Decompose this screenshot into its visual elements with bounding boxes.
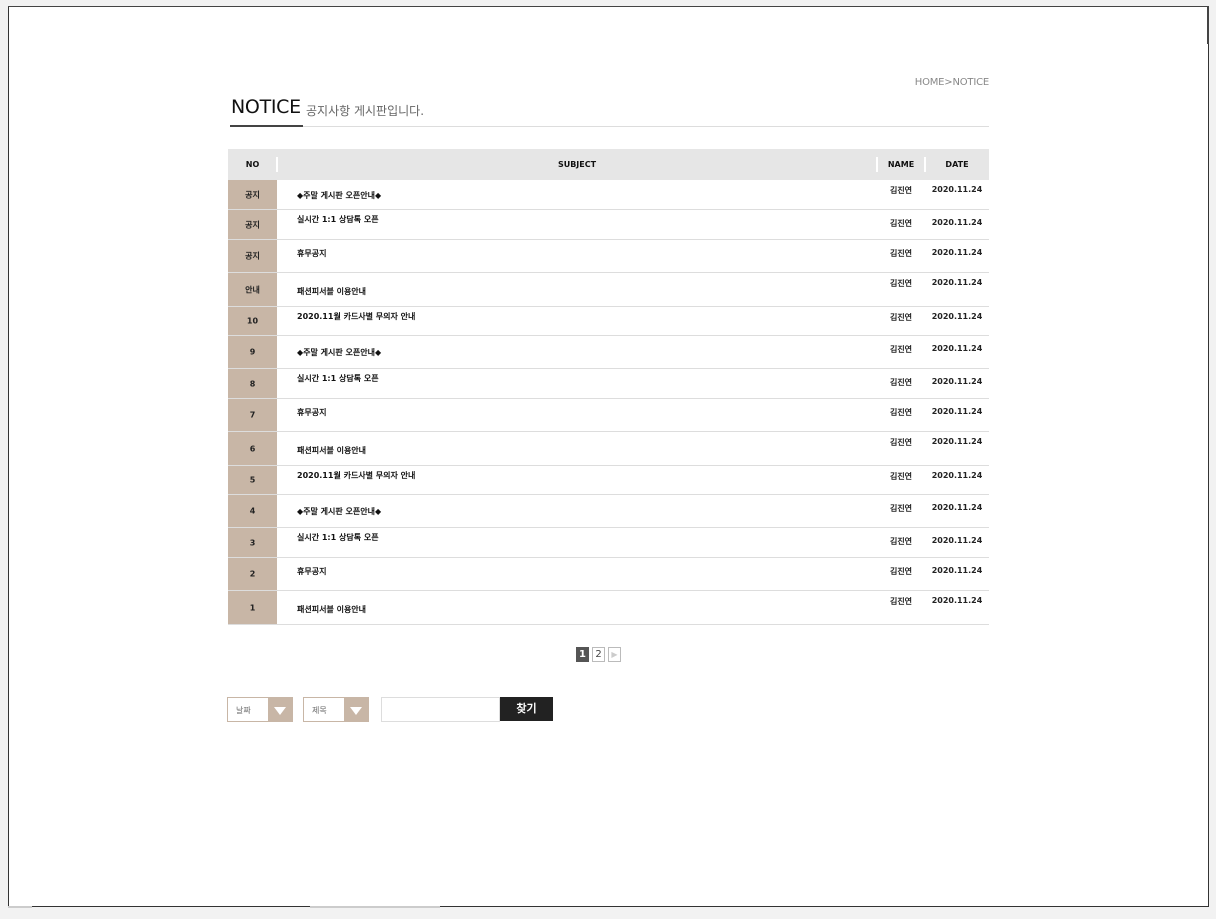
- row-author: 김진연: [889, 345, 913, 354]
- row-date: 2020.11.24: [931, 278, 983, 287]
- next-page-button[interactable]: ▶: [608, 647, 621, 662]
- row-author: 김진연: [889, 567, 913, 576]
- date-filter-label: 날짜: [236, 706, 251, 715]
- field-filter-select[interactable]: 제목: [303, 697, 369, 722]
- scrollbar-thumb[interactable]: [310, 906, 440, 908]
- notice-table: NO SUBJECT NAME DATE 공지 ◆주말 게시판 오픈안내◆ 김진연 2…: [228, 149, 989, 625]
- row-subject-link[interactable]: 패션피서블 이용안내: [297, 286, 366, 297]
- table-row[interactable]: 3 실시간 1:1 상담톡 오픈 김진연 2020.11.24: [228, 528, 989, 558]
- row-author: 김진연: [889, 597, 913, 606]
- row-subject-link[interactable]: 휴무공지: [297, 248, 326, 259]
- table-row[interactable]: 7 휴무공지 김진연 2020.11.24: [228, 399, 989, 432]
- row-date: 2020.11.24: [931, 312, 983, 321]
- title-divider: [230, 126, 989, 127]
- breadcrumb[interactable]: HOME>NOTICE: [900, 77, 989, 88]
- row-number: 4: [228, 495, 277, 527]
- row-subject-link[interactable]: 2020.11월 카드사별 무의자 안내: [297, 311, 415, 322]
- header-no: NO: [245, 160, 260, 169]
- row-subject-link[interactable]: 실시간 1:1 상담톡 오픈: [297, 532, 379, 543]
- row-date: 2020.11.24: [931, 566, 983, 575]
- field-filter-label: 제목: [312, 706, 327, 715]
- row-author: 김진연: [889, 438, 913, 447]
- table-header: NO SUBJECT NAME DATE: [228, 149, 989, 180]
- page-2-link[interactable]: 2: [592, 647, 605, 662]
- table-row[interactable]: 공지 ◆주말 게시판 오픈안내◆ 김진연 2020.11.24: [228, 180, 989, 210]
- row-number: 공지: [228, 240, 277, 272]
- table-row[interactable]: 8 실시간 1:1 상담톡 오픈 김진연 2020.11.24: [228, 369, 989, 399]
- table-row[interactable]: 안내 패션피서블 이용안내 김진연 2020.11.24: [228, 273, 989, 307]
- row-date: 2020.11.24: [931, 437, 983, 446]
- row-date: 2020.11.24: [931, 344, 983, 353]
- chevron-down-icon: [344, 698, 368, 721]
- title-underline: [230, 125, 303, 127]
- row-subject-link[interactable]: 실시간 1:1 상담톡 오픈: [297, 214, 379, 225]
- table-row[interactable]: 9 ◆주말 게시판 오픈안내◆ 김진연 2020.11.24: [228, 336, 989, 369]
- table-row[interactable]: 5 2020.11월 카드사별 무의자 안내 김진연 2020.11.24: [228, 466, 989, 495]
- row-number: 안내: [228, 273, 277, 306]
- row-number: 1: [228, 591, 277, 624]
- row-number: 10: [228, 307, 277, 335]
- row-subject-link[interactable]: 패션피서블 이용안내: [297, 604, 366, 615]
- row-subject-link[interactable]: 휴무공지: [297, 407, 326, 418]
- page-title: NOTICE: [231, 96, 301, 118]
- row-author: 김진연: [889, 219, 913, 228]
- row-date: 2020.11.24: [931, 536, 983, 545]
- row-author: 김진연: [889, 279, 913, 288]
- row-date: 2020.11.24: [931, 596, 983, 605]
- table-row[interactable]: 공지 실시간 1:1 상담톡 오픈 김진연 2020.11.24: [228, 210, 989, 240]
- row-number: 9: [228, 336, 277, 368]
- row-number: 8: [228, 369, 277, 398]
- date-filter-select[interactable]: 날짜: [227, 697, 293, 722]
- row-author: 김진연: [889, 313, 913, 322]
- scrollbar-fragment: [8, 906, 32, 908]
- row-author: 김진연: [889, 378, 913, 387]
- row-subject-link[interactable]: ◆주말 게시판 오픈안내◆: [297, 190, 381, 201]
- table-row[interactable]: 1 패션피서블 이용안내 김진연 2020.11.24: [228, 591, 989, 625]
- table-row[interactable]: 10 2020.11월 카드사별 무의자 안내 김진연 2020.11.24: [228, 307, 989, 336]
- table-row[interactable]: 공지 휴무공지 김진연 2020.11.24: [228, 240, 989, 273]
- chevron-down-icon: [268, 698, 292, 721]
- row-subject-link[interactable]: ◆주말 게시판 오픈안내◆: [297, 347, 381, 358]
- row-subject-link[interactable]: 휴무공지: [297, 566, 326, 577]
- row-date: 2020.11.24: [931, 218, 983, 227]
- page-subtitle: 공지사항 게시판입니다.: [306, 104, 425, 118]
- row-number: 3: [228, 528, 277, 557]
- row-number: 공지: [228, 210, 277, 239]
- row-author: 김진연: [889, 472, 913, 481]
- page-1-link[interactable]: 1: [576, 647, 589, 662]
- row-number: 공지: [228, 180, 277, 209]
- row-author: 김진연: [889, 504, 913, 513]
- row-date: 2020.11.24: [931, 503, 983, 512]
- row-date: 2020.11.24: [931, 377, 983, 386]
- table-row[interactable]: 2 휴무공지 김진연 2020.11.24: [228, 558, 989, 591]
- row-number: 2: [228, 558, 277, 590]
- table-body: 공지 ◆주말 게시판 오픈안내◆ 김진연 2020.11.24 공지 실시간 1:1 상담…: [228, 180, 989, 625]
- table-row[interactable]: 4 ◆주말 게시판 오픈안내◆ 김진연 2020.11.24: [228, 495, 989, 528]
- table-row[interactable]: 6 패션피서블 이용안내 김진연 2020.11.24: [228, 432, 989, 466]
- row-subject-link[interactable]: 실시간 1:1 상담톡 오픈: [297, 373, 379, 384]
- header-name: NAME: [887, 160, 915, 169]
- row-date: 2020.11.24: [931, 248, 983, 257]
- row-date: 2020.11.24: [931, 407, 983, 416]
- row-author: 김진연: [889, 249, 913, 258]
- header-date: DATE: [945, 160, 969, 169]
- row-author: 김진연: [889, 186, 913, 195]
- row-date: 2020.11.24: [931, 185, 983, 194]
- row-author: 김진연: [889, 408, 913, 417]
- row-number: 5: [228, 466, 277, 494]
- row-number: 6: [228, 432, 277, 465]
- row-subject-link[interactable]: 패션피서블 이용안내: [297, 445, 366, 456]
- row-date: 2020.11.24: [931, 471, 983, 480]
- search-input[interactable]: [381, 697, 500, 722]
- row-subject-link[interactable]: 2020.11월 카드사별 무의자 안내: [297, 470, 415, 481]
- pagination: 1 2 ▶: [576, 647, 621, 662]
- row-number: 7: [228, 399, 277, 431]
- play-icon: ▶: [611, 650, 618, 659]
- row-subject-link[interactable]: ◆주말 게시판 오픈안내◆: [297, 506, 381, 517]
- row-author: 김진연: [889, 537, 913, 546]
- search-button[interactable]: 찾기: [500, 697, 553, 721]
- header-subject: SUBJECT: [557, 160, 597, 169]
